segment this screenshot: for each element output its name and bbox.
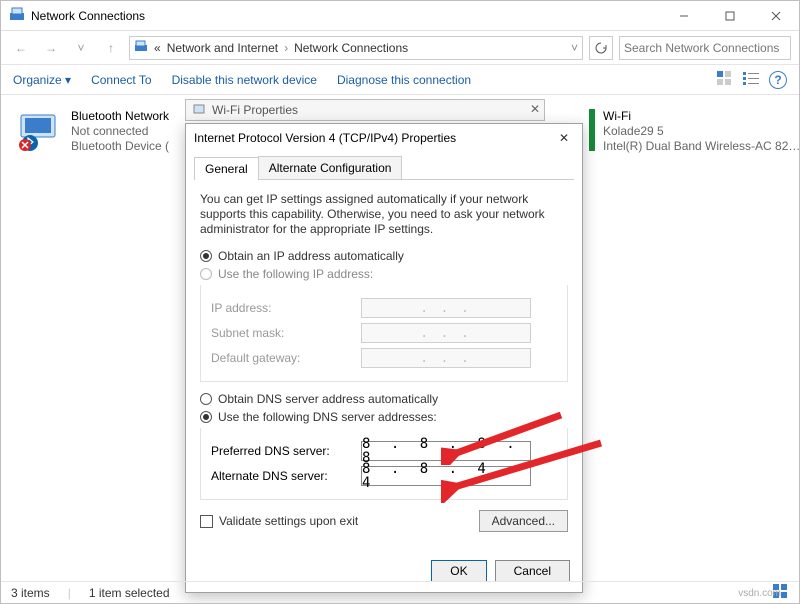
statusbar: 3 items | 1 item selected — [1, 581, 799, 603]
subnet-input: . . . — [361, 323, 531, 343]
gateway-label: Default gateway: — [211, 351, 361, 365]
minimize-button[interactable] — [661, 1, 707, 31]
bc-item[interactable]: Network Connections — [294, 41, 408, 55]
wifi-properties-titlebar: Wi-Fi Properties ✕ — [185, 99, 545, 121]
watermark: vsdn.com — [738, 588, 781, 599]
radio-obtain-ip[interactable]: Obtain an IP address automatically — [200, 249, 568, 263]
up-arrow-button[interactable]: ↑ — [99, 36, 123, 60]
radio-obtain-dns[interactable]: Obtain DNS server address automatically — [200, 392, 568, 406]
radio-label: Obtain DNS server address automatically — [218, 392, 438, 406]
radio-icon — [200, 393, 212, 405]
validate-label: Validate settings upon exit — [219, 514, 358, 528]
bc-item[interactable]: Network and Internet — [167, 41, 278, 55]
pref-dns-input[interactable]: 8 . 8 . 8 . 8 — [361, 441, 531, 461]
cancel-button[interactable]: Cancel — [495, 560, 570, 582]
back-button[interactable]: ← — [9, 36, 33, 60]
refresh-button[interactable] — [589, 36, 613, 60]
radio-use-ip[interactable]: Use the following IP address: — [200, 267, 568, 281]
item-device: Bluetooth Device ( — [71, 139, 169, 154]
gateway-input: . . . — [361, 348, 531, 368]
status-items: 3 items — [11, 586, 50, 600]
radio-icon — [200, 268, 212, 280]
chevron-right-icon: › — [284, 41, 288, 55]
adapter-icon — [192, 102, 206, 119]
explorer-window: Network Connections ← → ˅ ↑ « Network an… — [0, 0, 800, 604]
network-item-bluetooth[interactable]: Bluetooth Network Not connected Bluetoot… — [19, 109, 169, 154]
item-status: Kolade29 5 — [603, 124, 800, 139]
tab-general[interactable]: General — [194, 157, 259, 180]
item-status: Not connected — [71, 124, 169, 139]
nc-icon — [134, 39, 148, 56]
radio-label: Obtain an IP address automatically — [218, 249, 404, 263]
ip-label: IP address: — [211, 301, 361, 315]
organize-menu[interactable]: Organize ▾ — [13, 73, 71, 87]
advanced-button[interactable]: Advanced... — [479, 510, 568, 532]
view-details-button[interactable] — [743, 71, 759, 88]
dialog-body: You can get IP settings assigned automat… — [186, 180, 582, 528]
dns-group: Preferred DNS server:8 . 8 . 8 . 8 Alter… — [200, 428, 568, 500]
radio-label: Use the following DNS server addresses: — [218, 410, 437, 424]
ip-group: IP address:. . . Subnet mask:. . . Defau… — [200, 285, 568, 382]
help-button[interactable]: ? — [769, 71, 787, 89]
up-button[interactable]: ˅ — [69, 36, 93, 60]
description-text: You can get IP settings assigned automat… — [200, 192, 568, 237]
item-name: Wi-Fi — [603, 109, 800, 124]
disable-device-button[interactable]: Disable this network device — [172, 73, 317, 87]
nc-icon — [9, 6, 25, 25]
breadcrumb[interactable]: « Network and Internet › Network Connect… — [129, 36, 583, 60]
divider: | — [68, 586, 71, 600]
diagnose-button[interactable]: Diagnose this connection — [337, 73, 471, 87]
close-button[interactable] — [753, 1, 799, 31]
window-title: Network Connections — [31, 9, 145, 23]
radio-icon — [200, 250, 212, 262]
toolbar: Organize ▾ Connect To Disable this netwo… — [1, 65, 799, 95]
tabs: General Alternate Configuration — [194, 156, 574, 180]
wifi-properties-title: Wi-Fi Properties — [212, 103, 298, 117]
network-item-wifi[interactable]: Wi-Fi Kolade29 5 Intel(R) Dual Band Wire… — [589, 109, 789, 154]
view-icons-button[interactable] — [717, 71, 733, 88]
alt-dns-input[interactable]: 8 . 8 . 4 . 4 — [361, 466, 531, 486]
maximize-button[interactable] — [707, 1, 753, 31]
subnet-label: Subnet mask: — [211, 326, 361, 340]
status-selected: 1 item selected — [89, 586, 170, 600]
item-device: Intel(R) Dual Band Wireless-AC 82… — [603, 139, 800, 154]
search-input[interactable]: Search Network Connections — [619, 36, 791, 60]
ip-input: . . . — [361, 298, 531, 318]
bluetooth-adapter-icon — [19, 109, 63, 151]
dialog-close-button[interactable]: ✕ — [554, 128, 574, 148]
close-icon[interactable]: ✕ — [530, 102, 540, 116]
dialog-title: Internet Protocol Version 4 (TCP/IPv4) P… — [194, 131, 456, 145]
alt-dns-label: Alternate DNS server: — [211, 469, 361, 483]
forward-button[interactable]: → — [39, 36, 63, 60]
ok-button[interactable]: OK — [431, 560, 486, 582]
pref-dns-label: Preferred DNS server: — [211, 444, 361, 458]
dialog-titlebar: Internet Protocol Version 4 (TCP/IPv4) P… — [186, 124, 582, 152]
radio-icon — [200, 411, 212, 423]
ipv4-properties-dialog: Internet Protocol Version 4 (TCP/IPv4) P… — [185, 123, 583, 593]
search-placeholder: Search Network Connections — [624, 41, 779, 55]
radio-label: Use the following IP address: — [218, 267, 373, 281]
item-name: Bluetooth Network — [71, 109, 169, 124]
checkbox-icon — [200, 515, 213, 528]
bc-root[interactable]: « — [154, 41, 161, 55]
tab-alternate[interactable]: Alternate Configuration — [258, 156, 403, 179]
wifi-adapter-icon — [589, 109, 595, 151]
radio-use-dns[interactable]: Use the following DNS server addresses: — [200, 410, 568, 424]
connect-to-button[interactable]: Connect To — [91, 73, 152, 87]
titlebar: Network Connections — [1, 1, 799, 31]
chevron-down-icon[interactable]: ˅ — [571, 41, 578, 55]
navbar: ← → ˅ ↑ « Network and Internet › Network… — [1, 31, 799, 65]
